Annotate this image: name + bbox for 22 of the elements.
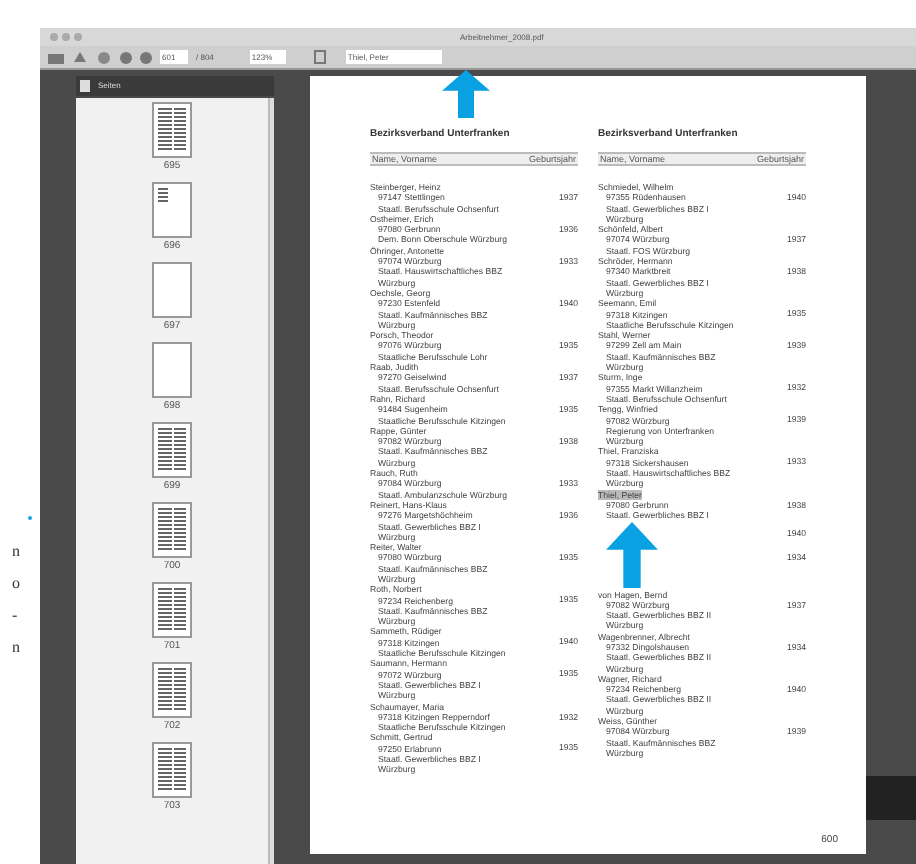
up-arrow-icon <box>442 70 490 118</box>
page-thumbnail[interactable] <box>152 422 192 478</box>
page-thumbnail[interactable] <box>152 262 192 318</box>
page-thumbnail[interactable] <box>152 342 192 398</box>
document-icon[interactable] <box>313 50 326 64</box>
margin-text: - <box>12 606 20 626</box>
margin-text: n <box>12 638 20 658</box>
page-thumbnail[interactable] <box>152 102 192 158</box>
scroll-thumb[interactable] <box>866 776 916 820</box>
page-thumbnail[interactable] <box>152 582 192 638</box>
print-icon[interactable] <box>48 51 64 63</box>
page-thumbnail[interactable] <box>152 662 192 718</box>
up-arrow-icon <box>606 521 658 587</box>
margin-text: n <box>12 542 20 562</box>
page-thumbnail[interactable] <box>152 742 192 798</box>
scrollbar[interactable] <box>268 98 274 864</box>
page-down-icon[interactable] <box>140 51 152 63</box>
page-thumbnail[interactable] <box>152 182 192 238</box>
margin-text: o <box>12 574 20 594</box>
window-buttons-icon[interactable] <box>48 32 88 42</box>
page-thumbnail[interactable] <box>152 502 192 558</box>
page-up-icon[interactable] <box>120 51 132 63</box>
